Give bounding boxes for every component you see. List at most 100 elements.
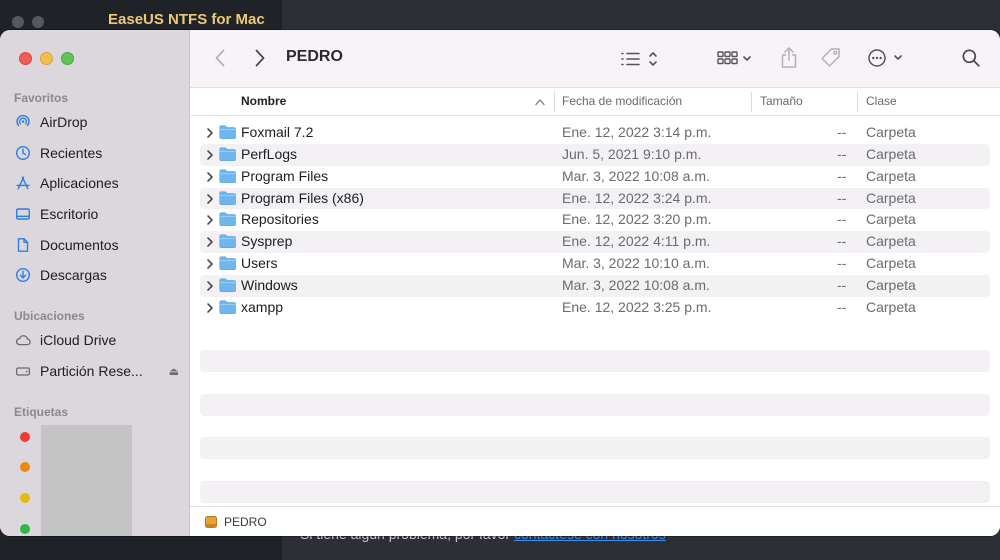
file-row[interactable]: Program Files Mar. 3, 2022 10:08 a.m. -- Ca… (200, 166, 990, 188)
share-icon (781, 47, 797, 68)
folder-icon (219, 300, 236, 314)
file-kind: Carpeta (866, 298, 916, 315)
disclosure-chevron-icon[interactable] (204, 126, 216, 140)
chevron-right-icon (255, 49, 265, 67)
sidebar-item-label: Descargas (40, 267, 107, 283)
group-button[interactable] (716, 48, 758, 70)
column-header-size[interactable]: Tamaño (760, 88, 803, 116)
sidebar-item-aplicaciones[interactable]: Aplicaciones (14, 172, 179, 194)
file-row[interactable]: Foxmail 7.2 Ene. 12, 2022 3:14 p.m. -- Carp… (200, 122, 990, 144)
file-name: Program Files (241, 167, 329, 184)
file-kind: Carpeta (866, 145, 916, 162)
file-date: Ene. 12, 2022 3:25 p.m. (562, 298, 712, 315)
search-button[interactable] (960, 47, 982, 69)
column-header-modified[interactable]: Fecha de modificación (562, 88, 682, 116)
disclosure-chevron-icon[interactable] (204, 170, 216, 184)
column-header-name[interactable]: Nombre (241, 88, 286, 116)
ellipsis-circle-icon (868, 49, 902, 67)
disclosure-chevron-icon[interactable] (204, 257, 216, 271)
sidebar-item-documentos[interactable]: Documentos (14, 234, 179, 256)
file-name: PerfLogs (241, 145, 298, 162)
share-button[interactable] (778, 46, 800, 70)
disclosure-chevron-icon[interactable] (204, 235, 216, 249)
tag-red-dot[interactable] (20, 432, 30, 442)
file-date: Ene. 12, 2022 3:24 p.m. (562, 189, 712, 206)
column-header-kind[interactable]: Clase (866, 88, 897, 116)
file-date: Mar. 3, 2022 10:08 a.m. (562, 276, 710, 293)
file-row[interactable]: PerfLogs Jun. 5, 2021 9:10 p.m. -- Carpeta (200, 143, 990, 166)
sidebar-item-label: Escritorio (40, 206, 99, 222)
sidebar-item-icloud-drive[interactable]: iCloud Drive (14, 329, 179, 351)
disclosure-chevron-icon[interactable] (204, 279, 216, 293)
column-header-row: Nombre Fecha de modificación Tamaño Clas… (190, 88, 1000, 116)
tag-yellow-dot[interactable] (20, 493, 30, 503)
column-divider[interactable] (554, 92, 555, 112)
file-kind: Carpeta (866, 233, 916, 250)
column-divider[interactable] (857, 92, 858, 112)
forward-button[interactable] (252, 47, 268, 69)
file-kind: Carpeta (866, 276, 916, 293)
sidebar-item-airdrop[interactable]: AirDrop (14, 111, 179, 133)
file-date: Ene. 12, 2022 3:14 p.m. (562, 124, 712, 140)
toolbar: PEDRO (190, 30, 1000, 88)
locations-heading: Ubicaciones (14, 309, 85, 323)
file-row[interactable]: Users Mar. 3, 2022 10:10 a.m. -- Carpeta (200, 253, 990, 275)
sidebar-item-recientes[interactable]: Recientes (14, 142, 179, 164)
tag-orange-dot[interactable] (20, 462, 30, 472)
minimize-button[interactable] (40, 52, 53, 65)
file-row[interactable]: Windows Mar. 3, 2022 10:08 a.m. -- Carpeta (200, 274, 990, 297)
zoom-button[interactable] (61, 52, 74, 65)
file-name: Foxmail 7.2 (241, 124, 314, 140)
sidebar-item-escritorio[interactable]: Escritorio (14, 203, 179, 225)
external-drive-icon (205, 515, 217, 528)
finder-window: Favoritos AirDrop Recientes Aplicaciones… (0, 30, 1000, 536)
file-size: -- (837, 189, 847, 206)
file-size: -- (837, 145, 847, 162)
sidebar-item-descargas[interactable]: Descargas (14, 264, 179, 286)
file-name: Sysprep (241, 233, 293, 250)
disclosure-chevron-icon[interactable] (204, 301, 216, 315)
sidebar-item-label: Aplicaciones (40, 175, 119, 191)
desktop-icon (14, 205, 32, 223)
file-list: Foxmail 7.2 Ene. 12, 2022 3:14 p.m. -- Carp… (200, 122, 990, 319)
sort-ascending-icon (535, 99, 545, 106)
disclosure-chevron-icon[interactable] (204, 192, 216, 206)
file-row[interactable]: Repositories Ene. 12, 2022 3:20 p.m. -- Car… (200, 209, 990, 231)
folder-icon (219, 147, 236, 161)
disclosure-chevron-icon[interactable] (204, 148, 216, 162)
path-bar-item[interactable]: PEDRO (224, 515, 267, 529)
view-list-button[interactable] (618, 48, 660, 70)
file-kind: Carpeta (866, 255, 916, 272)
folder-icon (219, 169, 236, 183)
file-size: -- (837, 124, 847, 140)
column-divider[interactable] (751, 92, 752, 112)
tags-button[interactable] (818, 46, 844, 70)
airdrop-icon (14, 113, 32, 131)
cloud-icon (14, 331, 32, 349)
applications-icon (14, 174, 32, 192)
folder-icon (219, 212, 236, 227)
file-date: Jun. 5, 2021 9:10 p.m. (562, 145, 702, 162)
close-button[interactable] (19, 52, 32, 65)
eject-icon[interactable]: ⏏ (169, 365, 179, 378)
chevron-left-icon (215, 49, 225, 67)
sidebar-item-particion[interactable]: Partición Rese... ⏏ (14, 360, 179, 382)
tag-green-dot[interactable] (20, 524, 30, 534)
sidebar-item-label: Recientes (40, 145, 103, 161)
empty-list-area (200, 350, 990, 503)
file-row[interactable]: Sysprep Ene. 12, 2022 4:11 p.m. -- Carpeta (200, 231, 990, 254)
more-actions-button[interactable] (864, 47, 908, 69)
sidebar-item-label: Documentos (40, 237, 119, 253)
folder-icon (219, 125, 236, 139)
file-date: Mar. 3, 2022 10:08 a.m. (562, 167, 710, 184)
file-row[interactable]: xampp Ene. 12, 2022 3:25 p.m. -- Carpeta (200, 297, 990, 319)
file-date: Ene. 12, 2022 4:11 p.m. (562, 233, 711, 250)
file-row[interactable]: Program Files (x86) Ene. 12, 2022 3:24 p.… (200, 187, 990, 210)
tags-heading: Etiquetas (14, 405, 69, 419)
search-icon (962, 49, 980, 67)
disclosure-chevron-icon[interactable] (204, 213, 216, 227)
favorites-heading: Favoritos (14, 91, 69, 105)
file-name: Repositories (241, 211, 319, 228)
window-controls (19, 52, 74, 65)
back-button[interactable] (212, 47, 228, 69)
